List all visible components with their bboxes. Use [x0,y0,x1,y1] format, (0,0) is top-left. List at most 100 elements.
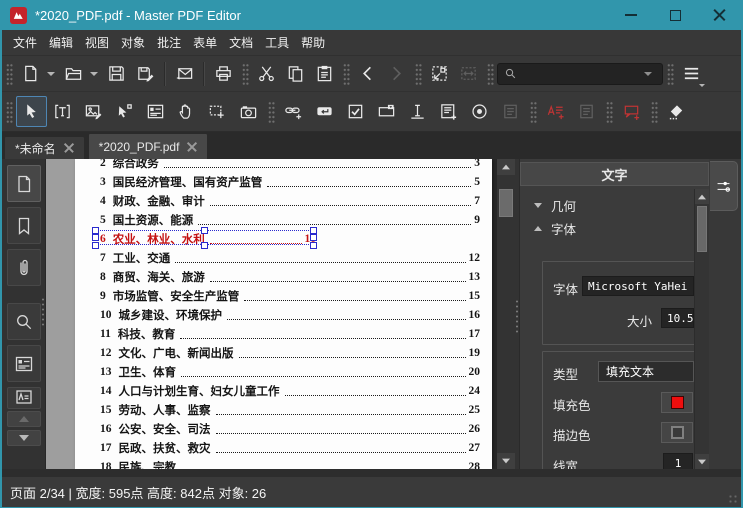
scrollbar-thumb[interactable] [499,189,513,217]
menu-tools[interactable]: 工具 [260,31,294,54]
paste-button[interactable] [310,60,339,88]
panel-scroll-down-button[interactable] [695,454,709,469]
search-box[interactable] [497,62,663,85]
toc-row[interactable]: 15 劳动、人事、监察 25 [100,400,480,419]
section-font[interactable]: 字体 [534,218,576,238]
menu-file[interactable]: 文件 [8,31,42,54]
cut-button[interactable] [252,60,281,88]
properties-toggle-tab[interactable] [710,161,738,211]
radio-button-button[interactable] [464,96,495,127]
toolbar-grip[interactable] [343,61,350,86]
document-viewport[interactable]: 2 综合政务 3 3 国民经济管理、国有资产监管 5 4 财政、金融、审计 7 5 国土资源、能源 9… [46,159,496,469]
email-button[interactable] [170,60,199,88]
toolbar-grip[interactable] [651,99,658,124]
toolbar-grip[interactable] [268,99,275,124]
callout-button[interactable] [616,96,647,127]
tab-close-icon[interactable] [64,143,74,153]
toc-row[interactable]: 3 国民经济管理、国有资产监管 5 [100,172,480,191]
selection-handle[interactable] [91,241,99,249]
type-dropdown[interactable]: 填充文本 [598,361,694,382]
print-button[interactable] [209,60,238,88]
toc-row[interactable]: 9 市场监管、安全生产监管 15 [100,286,480,305]
text-annotation-button[interactable] [540,96,571,127]
sidebar-splitter[interactable] [41,297,45,327]
back-button[interactable] [353,60,382,88]
toc-row[interactable]: 13 卫生、体育 20 [100,362,480,381]
toc-row[interactable]: 17 民政、扶贫、救灾 27 [100,438,480,457]
pdf-page[interactable]: 2 综合政务 3 3 国民经济管理、国有资产监管 5 4 财政、金融、审计 7 5 国土资源、能源 9… [75,159,492,469]
open-folder-button[interactable] [59,60,88,88]
selection-handle[interactable] [91,226,99,234]
tab-2020-pdf[interactable]: *2020_PDF.pdf [87,133,209,159]
toc-row[interactable]: 8 商贸、海关、旅游 13 [100,267,480,286]
snapshot-button[interactable] [233,96,264,127]
resize-grip[interactable] [728,494,738,504]
toolbar-grip[interactable] [530,99,537,124]
panel-scrollbar[interactable] [694,189,709,469]
edit-text-button[interactable] [47,96,78,127]
menu-view[interactable]: 视图 [80,31,114,54]
toc-row-selected[interactable]: 6 农业、林业、水利 10 [91,226,317,249]
toc-row[interactable]: 5 国土资源、能源 9 [100,210,480,229]
toc-row[interactable]: 16 公安、安全、司法 26 [100,419,480,438]
toolbar-grip[interactable] [667,61,674,86]
minimize-button[interactable] [609,0,653,30]
close-button[interactable] [697,0,741,30]
sidebar-pages-button[interactable] [6,165,41,202]
toc-row[interactable]: 10 城乡建设、环境保护 16 [100,305,480,324]
toc-row[interactable]: 14 人口与计划生育、妇女儿童工作 24 [100,381,480,400]
toc-row[interactable]: 4 财政、金融、审计 7 [100,191,480,210]
tab-close-icon[interactable] [187,142,197,152]
copy-button[interactable] [281,60,310,88]
sidebar-bookmarks-button[interactable] [6,207,41,244]
sidebar-scroll-down-button[interactable] [6,430,41,446]
panel-scroll-up-button[interactable] [695,189,709,204]
font-size-field[interactable]: 10.5 [661,308,694,328]
sidebar-form-fields-button[interactable] [6,345,41,382]
menu-object[interactable]: 对象 [116,31,150,54]
select-tool-button[interactable] [16,96,47,127]
tab-untitled[interactable]: *未命名 [4,136,85,159]
scroll-down-button[interactable] [497,453,515,469]
new-document-dropdown-caret-icon[interactable] [47,71,55,76]
menu-forms[interactable]: 表单 [188,31,222,54]
search-input[interactable] [517,66,644,81]
toc-row[interactable]: 18 民族、宗教 28 [100,457,480,470]
toolbar-grip[interactable] [606,99,613,124]
menu-help[interactable]: 帮助 [296,31,330,54]
new-document-button[interactable] [16,60,45,88]
menu-document[interactable]: 文档 [224,31,258,54]
stroke-color-swatch[interactable] [661,422,693,443]
select-area-button[interactable] [202,96,233,127]
selection-handle[interactable] [91,234,99,241]
toolbar-grip[interactable] [242,61,249,86]
toc-row[interactable]: 7 工业、交通 12 [100,248,480,267]
toolbar-grip[interactable] [6,61,13,86]
toolbar-grip[interactable] [415,61,422,86]
scroll-up-button[interactable] [497,159,515,175]
toc-row[interactable]: 11 科技、教育 17 [100,324,480,343]
sidebar-scroll-up-button[interactable] [6,411,41,427]
main-menu-button[interactable] [677,60,706,88]
push-button-button[interactable] [309,96,340,127]
open-folder-dropdown-caret-icon[interactable] [90,71,98,76]
link-add-button[interactable] [278,96,309,127]
eraser-button[interactable] [661,96,692,127]
edit-image-button[interactable] [78,96,109,127]
line-width-field[interactable]: 1 [663,453,693,469]
toc-row[interactable]: 2 综合政务 3 [100,159,480,172]
text-field-button[interactable] [402,96,433,127]
font-name-field[interactable]: Microsoft YaHei [582,276,694,296]
checkbox-button[interactable] [340,96,371,127]
sidebar-properties-partial-button[interactable] [6,387,41,409]
toc-row[interactable]: 12 文化、广电、新闻出版 19 [100,343,480,362]
combo-box-button[interactable] [371,96,402,127]
sidebar-search-panel-button[interactable] [6,303,41,340]
list-box-button[interactable] [433,96,464,127]
document-scrollbar[interactable] [496,159,515,469]
save-as-button[interactable] [131,60,160,88]
menu-edit[interactable]: 编辑 [44,31,78,54]
hand-tool-button[interactable] [171,96,202,127]
toolbar-grip[interactable] [6,99,13,124]
sidebar-attachments-button[interactable] [6,249,41,286]
